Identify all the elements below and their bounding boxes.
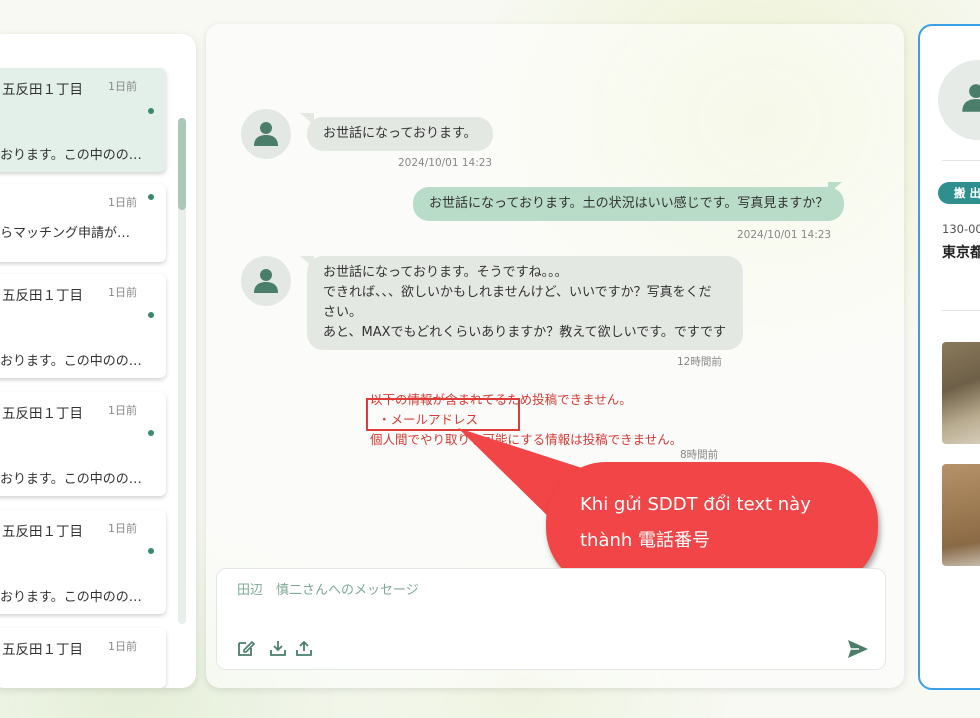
- upload-icon[interactable]: [295, 639, 313, 657]
- message-composer[interactable]: 田辺 慎二さんへのメッセージ: [216, 568, 886, 670]
- message-bubble: お世話になっております。: [307, 117, 493, 151]
- unread-dot: [148, 548, 154, 554]
- conversation-title: 五反田１丁目: [2, 406, 83, 422]
- conversation-time: 1日前: [108, 522, 137, 535]
- send-icon[interactable]: [847, 639, 869, 659]
- conversation-list: 五反田１丁目 1日前 おります。この中のの… 1日前 らマッチング申請が… 五反…: [0, 34, 196, 688]
- user-icon: [962, 84, 980, 112]
- site-photo[interactable]: [942, 342, 980, 444]
- callout-line: Khi gửi SDDT đổi text này: [580, 494, 811, 515]
- user-icon: [254, 269, 278, 293]
- user-avatar: [938, 60, 980, 140]
- conversation-title: 五反田１丁目: [2, 524, 83, 540]
- bubble-tail: [828, 182, 842, 194]
- conversation-item[interactable]: 五反田１丁目 1日前 おります。この中のの…: [0, 68, 166, 172]
- my-message-bubble: お世話になっております。土の状況はいい感じです。写真見ますか？: [413, 187, 845, 221]
- conversation-time: 1日前: [108, 196, 137, 209]
- unread-dot: [148, 312, 154, 318]
- conversation-item[interactable]: 五反田１丁目 1日前 おります。この中のの…: [0, 510, 166, 614]
- unread-dot: [148, 430, 154, 436]
- highlight-box: [366, 398, 520, 431]
- download-icon[interactable]: [269, 639, 287, 657]
- conversation-time: 1日前: [108, 80, 137, 93]
- scrollbar-thumb[interactable]: [178, 118, 186, 210]
- user-icon: [254, 122, 278, 146]
- conversation-title: 五反田１丁目: [2, 642, 83, 658]
- conversation-preview: おります。この中のの…: [0, 148, 142, 163]
- conversation-item[interactable]: 五反田１丁目 1日前: [0, 628, 166, 688]
- address: 東京都: [942, 245, 980, 261]
- conversation-time: 1日前: [108, 640, 137, 653]
- conversation-title: 五反田１丁目: [2, 288, 83, 304]
- detail-panel: 搬 出 130-00 東京都: [918, 24, 980, 690]
- message-line: できれば、、、欲しいかもしれませんけど、いいですか？写真をくだ: [323, 285, 712, 300]
- message-time: 2024/10/01 14:23: [737, 229, 832, 241]
- conversation-preview: おります。この中のの…: [0, 590, 142, 605]
- message-line: お世話になっております。そうですね。。。: [323, 265, 568, 280]
- conversation-item[interactable]: 1日前 らマッチング申請が…: [0, 184, 166, 262]
- callout-line: thành 電話番号: [580, 530, 711, 551]
- message-line: さい。: [323, 305, 363, 320]
- conversation-title: 五反田１丁目: [2, 82, 83, 98]
- conversation-preview: らマッチング申請が…: [0, 226, 131, 241]
- divider: [942, 160, 980, 161]
- user-avatar: [241, 109, 291, 159]
- message-line: あと、MAXでもどれくらいありますか？教えて欲しいです。ですです: [323, 325, 727, 340]
- conversation-time: 1日前: [108, 286, 137, 299]
- edit-icon[interactable]: [237, 639, 255, 657]
- message-bubble: お世話になっております。そうですね。。。 できれば、、、欲しいかもしれませんけど…: [307, 256, 743, 350]
- status-badge: 搬 出: [938, 182, 980, 204]
- conversation-preview: おります。この中のの…: [0, 472, 142, 487]
- conversation-item[interactable]: 五反田１丁目 1日前 おります。この中のの…: [0, 274, 166, 378]
- conversation-preview: おります。この中のの…: [0, 354, 142, 369]
- message-time: 2024/10/01 14:23: [398, 157, 493, 169]
- postal-code: 130-00: [942, 222, 980, 236]
- message-time: 12時間前: [677, 356, 722, 368]
- site-photo[interactable]: [942, 464, 980, 566]
- user-avatar: [241, 256, 291, 306]
- conversation-time: 1日前: [108, 404, 137, 417]
- unread-dot: [148, 194, 154, 200]
- message-time: 8時間前: [680, 449, 719, 461]
- message-input-placeholder[interactable]: 田辺 慎二さんへのメッセージ: [237, 579, 419, 598]
- unread-dot: [148, 108, 154, 114]
- conversation-item[interactable]: 五反田１丁目 1日前 おります。この中のの…: [0, 392, 166, 496]
- warning-text: 個人間でやり取りを可能にする情報は投稿できません。: [370, 432, 683, 447]
- divider: [942, 310, 980, 311]
